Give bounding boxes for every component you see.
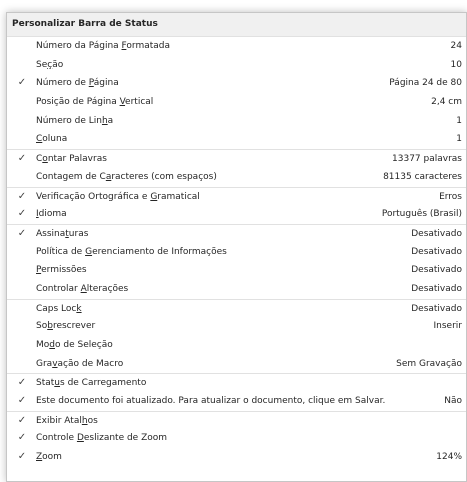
menu-item[interactable]: ✓ Contar Palavras 13377 palavras <box>7 149 466 168</box>
menu-item-value: 10 <box>450 59 462 70</box>
menu-item-value: Desativado <box>411 228 462 239</box>
menu-item[interactable]: ✓ Assinaturas Desativado <box>7 223 466 243</box>
menu-item-value: 13377 palavras <box>392 154 462 165</box>
menu-item-label: Este documento foi atualizado. Para atua… <box>36 396 386 407</box>
menu-item[interactable]: ✓ Exibir Atalhos <box>7 410 466 430</box>
menu-item[interactable]: Número de Linha 1 <box>7 112 466 131</box>
menu-item-label: Caps Lock <box>36 303 82 314</box>
menu-item-value: Português (Brasil) <box>381 209 462 220</box>
menu-item-value: 1 <box>456 134 462 145</box>
menu-item[interactable]: Posição de Página Vertical 2,4 cm <box>7 93 466 112</box>
menu-item-value: Desativado <box>411 303 462 314</box>
checkmark-icon: ✓ <box>17 153 27 165</box>
menu-item[interactable]: ✓ Zoom 124% <box>7 448 466 467</box>
menu-item-value: Inserir <box>433 321 463 332</box>
access-key: D <box>76 433 84 444</box>
menu-item-value: 124% <box>436 452 462 463</box>
menu-item-label: Política de Gerenciamento de Informações <box>36 246 227 257</box>
menu-item-label: Sobrescrever <box>36 321 96 332</box>
customize-status-bar-menu: Personalizar Barra de Status Número da P… <box>6 12 467 482</box>
menu-item-label: Número de Linha <box>36 115 114 126</box>
menu-item[interactable]: Política de Gerenciamento de Informações… <box>7 243 466 262</box>
menu-item-label: Controlar Alterações <box>36 283 129 294</box>
menu-item[interactable]: ✓ Controle Deslizante de Zoom <box>7 429 466 448</box>
menu-item[interactable]: Contagem de Caracteres (com espaços) 8113… <box>7 168 466 187</box>
menu-item-value: Sem Gravação <box>396 358 462 369</box>
menu-item-label: Status de Carregamento <box>36 378 147 389</box>
menu-item-label: Número da Página Formatada <box>36 41 170 51</box>
menu-item-label: Posição de Página Vertical <box>36 97 154 108</box>
checkmark-icon: ✓ <box>17 77 27 89</box>
menu-item[interactable]: ✓ Número de Página Página 24 de 80 <box>7 74 466 93</box>
checkmark-icon: ✓ <box>17 414 27 426</box>
checkmark-icon: ✓ <box>17 208 27 220</box>
menu-item-label: Verificação Ortográfica e Gramatical <box>36 191 200 202</box>
menu-item-label: Assinaturas <box>36 228 89 239</box>
menu-item[interactable]: Permissões Desativado <box>7 261 466 280</box>
menu-item-value: Desativado <box>411 283 462 294</box>
access-key: k <box>76 303 82 314</box>
menu-item-label: Idioma <box>36 209 67 220</box>
checkmark-icon: ✓ <box>17 377 27 389</box>
menu-item-value: Erros <box>439 191 462 202</box>
menu-item[interactable]: ✓ Verificação Ortográfica e Gramatical Err… <box>7 186 466 206</box>
menu-item[interactable]: ✓ Status de Carregamento <box>7 373 466 392</box>
checkmark-icon: ✓ <box>17 395 27 407</box>
menu-item[interactable]: Gravação de Macro Sem Gravação <box>7 355 466 374</box>
menu-item-value: 24 <box>450 41 462 51</box>
menu-item[interactable]: Caps Lock Desativado <box>7 298 466 318</box>
menu-item[interactable]: Sobrescrever Inserir <box>7 317 466 336</box>
menu-item-label: Número de Página <box>36 78 119 89</box>
menu-item[interactable]: Número da Página Formatada 24 <box>7 37 466 56</box>
access-key: G <box>85 246 93 257</box>
menu-item-label: Zoom <box>36 452 62 463</box>
menu-item-label: Contar Palavras <box>36 154 107 165</box>
menu-item-label: Gravação de Macro <box>36 358 124 369</box>
menu-item-label: Exibir Atalhos <box>36 415 98 426</box>
menu-item-value: Não <box>444 396 462 407</box>
menu-item-label: Permissões <box>36 265 87 276</box>
menu-item[interactable]: ✓ Este documento foi atualizado. Para atu… <box>7 392 466 411</box>
checkmark-icon: ✓ <box>17 190 27 202</box>
menu-title: Personalizar Barra de Status <box>7 13 466 37</box>
menu-item-label: Seção <box>36 59 64 70</box>
menu-item-value: 1 <box>456 115 462 126</box>
menu-item-label: Coluna <box>36 134 68 145</box>
checkmark-icon: ✓ <box>17 227 27 239</box>
menu-item[interactable]: Seção 10 <box>7 56 466 75</box>
menu-item-label: Contagem de Caracteres (com espaços) <box>36 171 217 182</box>
menu-item[interactable]: Modo de Seleção <box>7 336 466 355</box>
menu-item[interactable]: ✓ Idioma Português (Brasil) <box>7 205 466 224</box>
menu-item-value: Página 24 de 80 <box>389 78 462 89</box>
checkmark-icon: ✓ <box>17 432 27 444</box>
menu-item[interactable]: Controlar Alterações Desativado <box>7 280 466 299</box>
menu-item-label: Controle Deslizante de Zoom <box>36 433 168 444</box>
menu-item[interactable]: Coluna 1 <box>7 130 466 149</box>
menu-item-value: 2,4 cm <box>431 97 462 108</box>
menu-item-label: Modo de Seleção <box>36 340 113 350</box>
menu-item-value: 81135 caracteres <box>383 171 462 182</box>
menu-item-value: Desativado <box>411 246 462 257</box>
menu-item-value: Desativado <box>411 265 462 276</box>
checkmark-icon: ✓ <box>17 451 27 463</box>
menu-items: Número da Página Formatada 24 Seção 10 ✓ Núme… <box>7 37 466 467</box>
